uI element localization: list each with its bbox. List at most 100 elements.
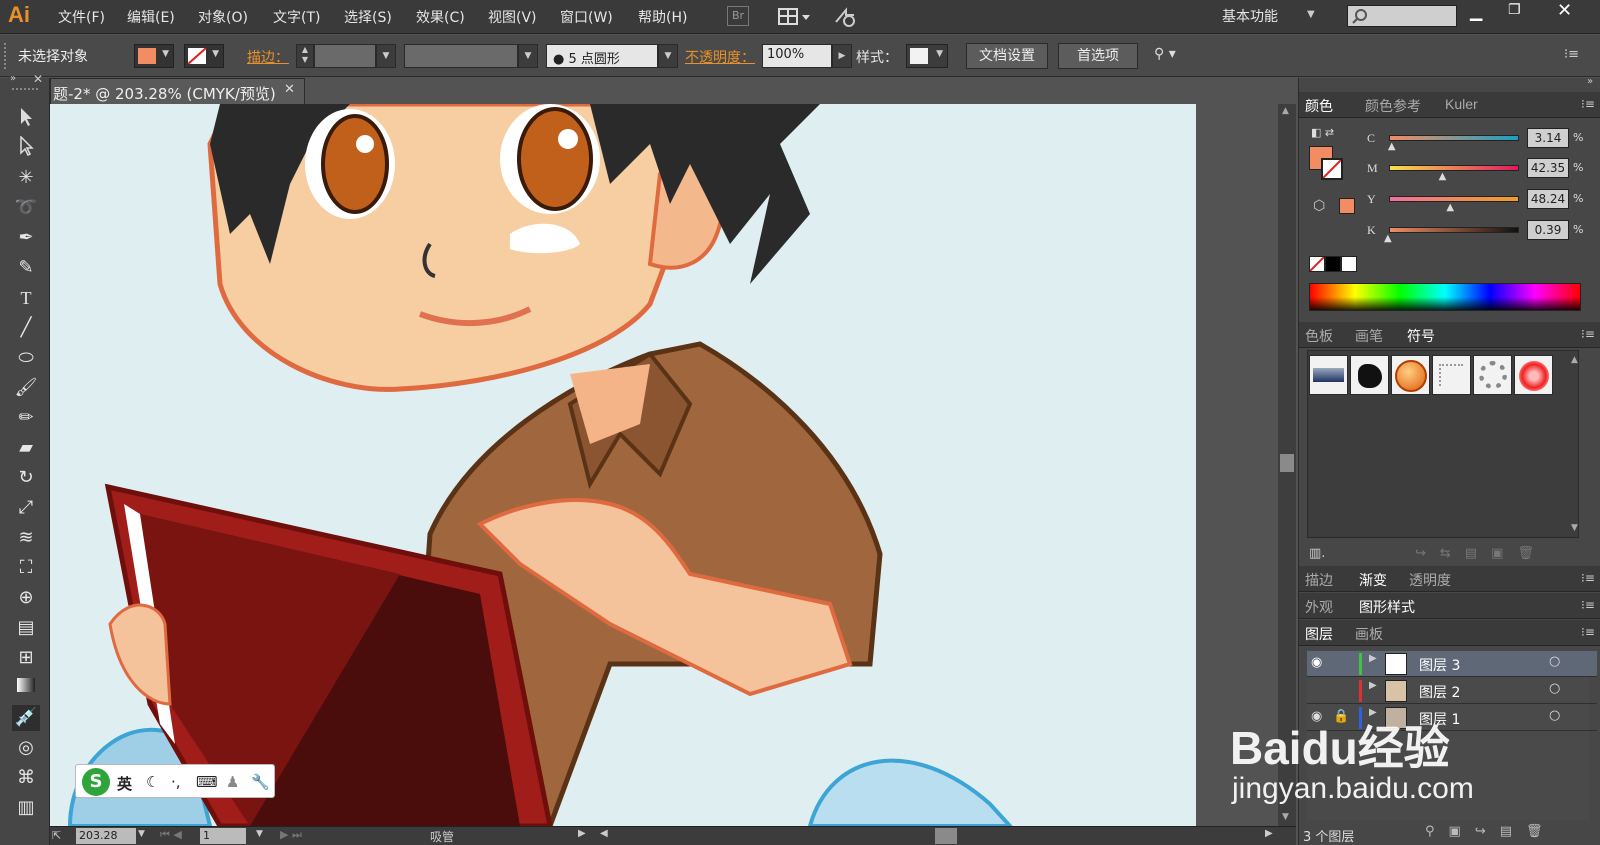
panel-menu-icon[interactable]: ⁝≡ [1581,327,1595,341]
menu-file[interactable]: 文件(F) [58,7,105,27]
symbol-blue-banner[interactable] [1309,355,1348,395]
bridge-button[interactable]: Br [727,6,749,26]
default-colors-icon[interactable]: ◧ ⇄ [1311,126,1334,139]
symbol-sprayer-tool-icon[interactable]: ⌘ [12,765,40,791]
document-tab[interactable]: 题-2* @ 203.28% (CMYK/预览) [50,78,305,104]
tab-artboards[interactable]: 画板 [1355,624,1383,644]
graph-tool-icon[interactable]: ▤ [12,615,40,641]
out-of-gamut-icon[interactable]: ⬡ [1313,198,1325,214]
scroll-thumb[interactable] [1280,454,1294,472]
magic-wand-tool-icon[interactable]: ✳ [12,165,40,191]
panel-menu-icon[interactable]: ⁝≡ [1581,598,1595,612]
graphic-style-button[interactable]: ▼ [906,44,948,68]
eraser-tool-icon[interactable]: ▰ [12,435,40,461]
wrench-icon[interactable]: 🔧 [251,773,270,791]
sync-settings-icon[interactable] [832,6,858,28]
visibility-eye-icon[interactable]: ◉ [1311,655,1322,670]
chevron-down-icon[interactable]: ▼ [518,44,538,68]
shape-builder-tool-icon[interactable]: ⊕ [12,585,40,611]
chevron-down-icon[interactable]: ▼ [256,829,263,839]
eyedropper-tool-icon[interactable]: 💉 [12,705,40,731]
zoom-field[interactable]: 203.28 [76,828,136,844]
arrange-documents-icon[interactable] [778,7,814,27]
panel-grip[interactable] [12,88,38,91]
channel-m-slider[interactable] [1389,165,1519,171]
type-tool-icon[interactable]: T [12,285,40,311]
first-artboard-icon[interactable]: ⏮ ◀ [160,828,182,842]
opacity-label[interactable]: 不透明度： [685,47,755,67]
tab-swatches[interactable]: 色板 [1305,326,1333,346]
last-artboard-icon[interactable]: ▶ ⏭ [280,828,302,842]
menu-type[interactable]: 文字(T) [273,7,320,27]
scroll-up-arrow[interactable]: ▲ [1282,106,1289,116]
panel-grip[interactable] [4,43,8,69]
line-tool-icon[interactable]: ╱ [12,315,40,341]
help-search-input[interactable] [1347,5,1457,27]
selection-tool-icon[interactable] [12,107,40,133]
menu-select[interactable]: 选择(S) [344,7,392,27]
stroke-label[interactable]: 描边： [247,47,289,67]
chevron-down-icon[interactable]: ▼ [138,829,145,839]
stroke-weight-field[interactable] [314,44,376,68]
menu-edit[interactable]: 编辑(E) [127,7,175,27]
mesh-tool-icon[interactable]: ⊞ [12,645,40,671]
pen-tool-icon[interactable]: ✒ [12,225,40,251]
target-circle-icon[interactable]: ○ [1549,681,1560,696]
panel-menu-icon[interactable]: ⁝≡ [1564,47,1579,62]
panel-menu-icon[interactable]: ⁝≡ [1581,625,1595,639]
artboard-canvas[interactable]: S 英 ☾ ·, ⌨ ♟ 🔧 [50,104,1196,826]
ime-language-toggle[interactable]: 英 [117,773,132,794]
menu-effect[interactable]: 效果(C) [416,7,465,27]
chevron-down-icon[interactable]: ▼ [1307,9,1315,20]
opacity-field[interactable]: 100% [762,44,832,68]
column-graph-tool-icon[interactable]: ▥ [12,795,40,821]
stroke-weight-stepper[interactable]: ▲ ▼ [296,44,314,68]
moon-icon[interactable]: ☾ [146,773,159,791]
tab-stroke[interactable]: 描边 [1305,570,1333,590]
scroll-left-arrow[interactable]: ◀ [600,828,608,839]
curvature-tool-icon[interactable]: ✎ [12,255,40,281]
export-icon[interactable]: ⇱ [52,829,61,842]
preferences-button[interactable]: 首选项 [1058,43,1138,69]
menu-view[interactable]: 视图(V) [488,7,537,27]
symbol-actions-icon[interactable]: ↪⇆▤▣🗑 [1415,546,1548,561]
fill-color-button[interactable]: ▼ [134,44,174,68]
menu-object[interactable]: 对象(O) [198,7,248,27]
collapse-icon[interactable]: » [10,73,16,84]
brush-definition-field[interactable]: ● 5 点圆形 [546,44,658,68]
collapse-icon[interactable]: » [1587,76,1593,87]
color-spectrum-bar[interactable] [1309,283,1581,311]
scroll-up-arrow[interactable]: ▲ [1571,355,1578,365]
free-transform-tool-icon[interactable]: ⛶ [12,555,40,581]
close-icon[interactable]: ✕ [33,72,43,86]
panel-menu-icon[interactable]: ⁝≡ [1581,97,1595,111]
channel-k-slider[interactable] [1389,227,1519,233]
tab-color-guide[interactable]: 颜色参考 [1365,96,1421,116]
symbol-gray-ring[interactable] [1473,355,1512,395]
layer-name[interactable]: 图层 3 [1419,655,1460,675]
tab-appearance[interactable]: 外观 [1305,597,1333,617]
channel-k-value[interactable]: 0.39 [1527,220,1569,240]
gradient-tool-icon[interactable] [12,675,40,701]
tab-color[interactable]: 颜色 [1305,96,1333,116]
tab-transparency[interactable]: 透明度 [1409,570,1451,590]
ime-toolbar[interactable]: S 英 ☾ ·, ⌨ ♟ 🔧 [75,764,275,798]
document-setup-button[interactable]: 文档设置 [966,43,1048,69]
gamut-swatch[interactable] [1339,198,1355,214]
window-minimize-button[interactable]: ▁ [1470,2,1482,21]
chevron-down-icon[interactable]: ▼ [658,44,678,68]
tab-graphic-styles[interactable]: 图形样式 [1359,597,1415,617]
direct-selection-tool-icon[interactable] [12,135,40,162]
sogou-logo-icon[interactable]: S [82,768,110,796]
expand-arrow-icon[interactable]: ▶ [1369,653,1377,664]
symbol-library-icon[interactable]: ▥. [1309,546,1325,561]
panel-menu-icon[interactable]: ⁝≡ [1581,571,1595,585]
blend-tool-icon[interactable]: ◎ [12,735,40,761]
scroll-down-arrow[interactable]: ▼ [1571,523,1578,533]
chevron-right-icon[interactable]: ▶ [832,44,852,68]
pencil-tool-icon[interactable]: ✏ [12,405,40,431]
symbol-red-flower[interactable] [1514,355,1553,395]
arrange-icon[interactable]: ⚲ ▾ [1154,46,1194,66]
channel-c-slider[interactable] [1389,135,1519,141]
stroke-none-swatch[interactable] [1321,158,1343,180]
